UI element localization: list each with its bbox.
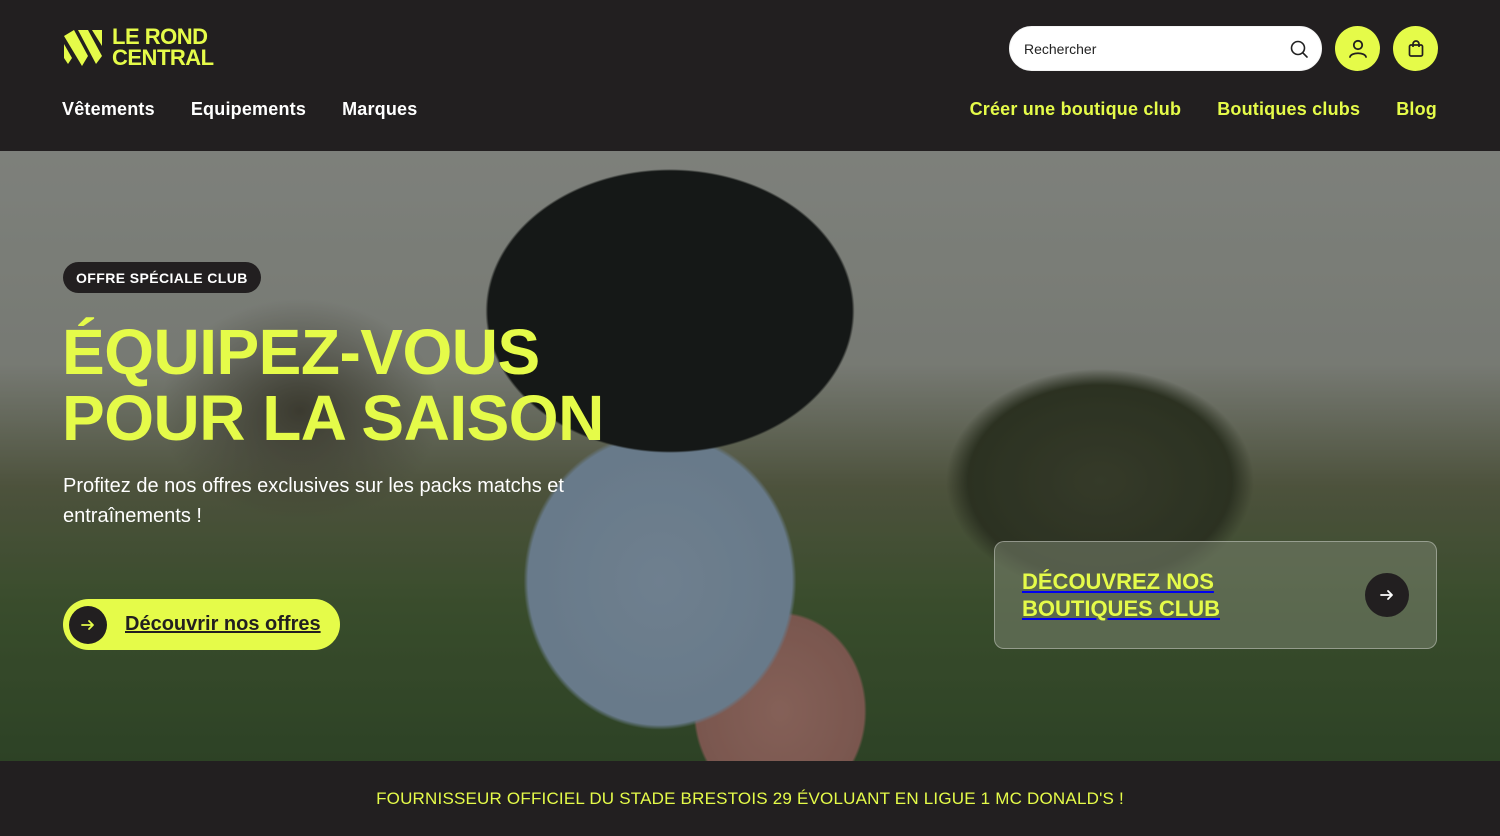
arrow-right-icon: [69, 605, 107, 644]
headline-line-2: POUR LA SAISON: [62, 382, 604, 454]
headline-line-1: ÉQUIPEZ-VOUS: [62, 316, 540, 388]
hero-headline: ÉQUIPEZ-VOUS POUR LA SAISON: [62, 319, 604, 451]
search-icon[interactable]: [1289, 39, 1309, 59]
user-icon: [1348, 39, 1367, 58]
nav-item-vetements[interactable]: Vêtements: [62, 99, 155, 120]
site-header: LE ROND CENTRAL Vêtements Equipements Ma…: [0, 0, 1500, 151]
card-title-line-1: DÉCOUVREZ NOS: [1022, 569, 1214, 594]
announcement-bar: FOURNISSEUR OFFICIEL DU STADE BRESTOIS 2…: [0, 761, 1500, 836]
hero-banner: OFFRE SPÉCIALE CLUB ÉQUIPEZ-VOUS POUR LA…: [0, 151, 1500, 761]
search-input[interactable]: [1024, 40, 1289, 57]
bag-icon: [1408, 39, 1423, 57]
discover-offers-label: Découvrir nos offres: [125, 613, 321, 635]
offer-badge: OFFRE SPÉCIALE CLUB: [63, 262, 261, 293]
club-shops-card[interactable]: DÉCOUVREZ NOS BOUTIQUES CLUB: [994, 541, 1437, 649]
logo-mark-icon: [64, 30, 102, 66]
card-title-line-2: BOUTIQUES CLUB: [1022, 596, 1220, 621]
nav-item-marques[interactable]: Marques: [342, 99, 417, 120]
search-bar: [1009, 26, 1322, 71]
arrow-right-icon: [1365, 573, 1409, 617]
secondary-nav: Créer une boutique club Boutiques clubs …: [970, 99, 1437, 120]
cart-button[interactable]: [1393, 26, 1438, 71]
main-nav: Vêtements Equipements Marques: [62, 99, 417, 120]
account-button[interactable]: [1335, 26, 1380, 71]
hero-subtitle: Profitez de nos offres exclusives sur le…: [63, 475, 564, 527]
nav-item-club-shops[interactable]: Boutiques clubs: [1217, 99, 1360, 120]
logo-wordmark: LE ROND CENTRAL: [112, 24, 214, 70]
logo-line-1: LE ROND: [112, 24, 208, 49]
hero-content: OFFRE SPÉCIALE CLUB ÉQUIPEZ-VOUS POUR LA…: [0, 151, 1500, 761]
nav-item-blog[interactable]: Blog: [1396, 99, 1437, 120]
logo-line-2: CENTRAL: [112, 45, 214, 70]
announcement-text: FOURNISSEUR OFFICIEL DU STADE BRESTOIS 2…: [376, 788, 1124, 808]
club-shops-card-title: DÉCOUVREZ NOS BOUTIQUES CLUB: [1022, 568, 1220, 622]
nav-item-create-club-shop[interactable]: Créer une boutique club: [970, 99, 1182, 120]
nav-item-equipements[interactable]: Equipements: [191, 99, 306, 120]
logo[interactable]: LE ROND CENTRAL: [62, 24, 214, 70]
discover-offers-button[interactable]: Découvrir nos offres: [63, 599, 340, 650]
